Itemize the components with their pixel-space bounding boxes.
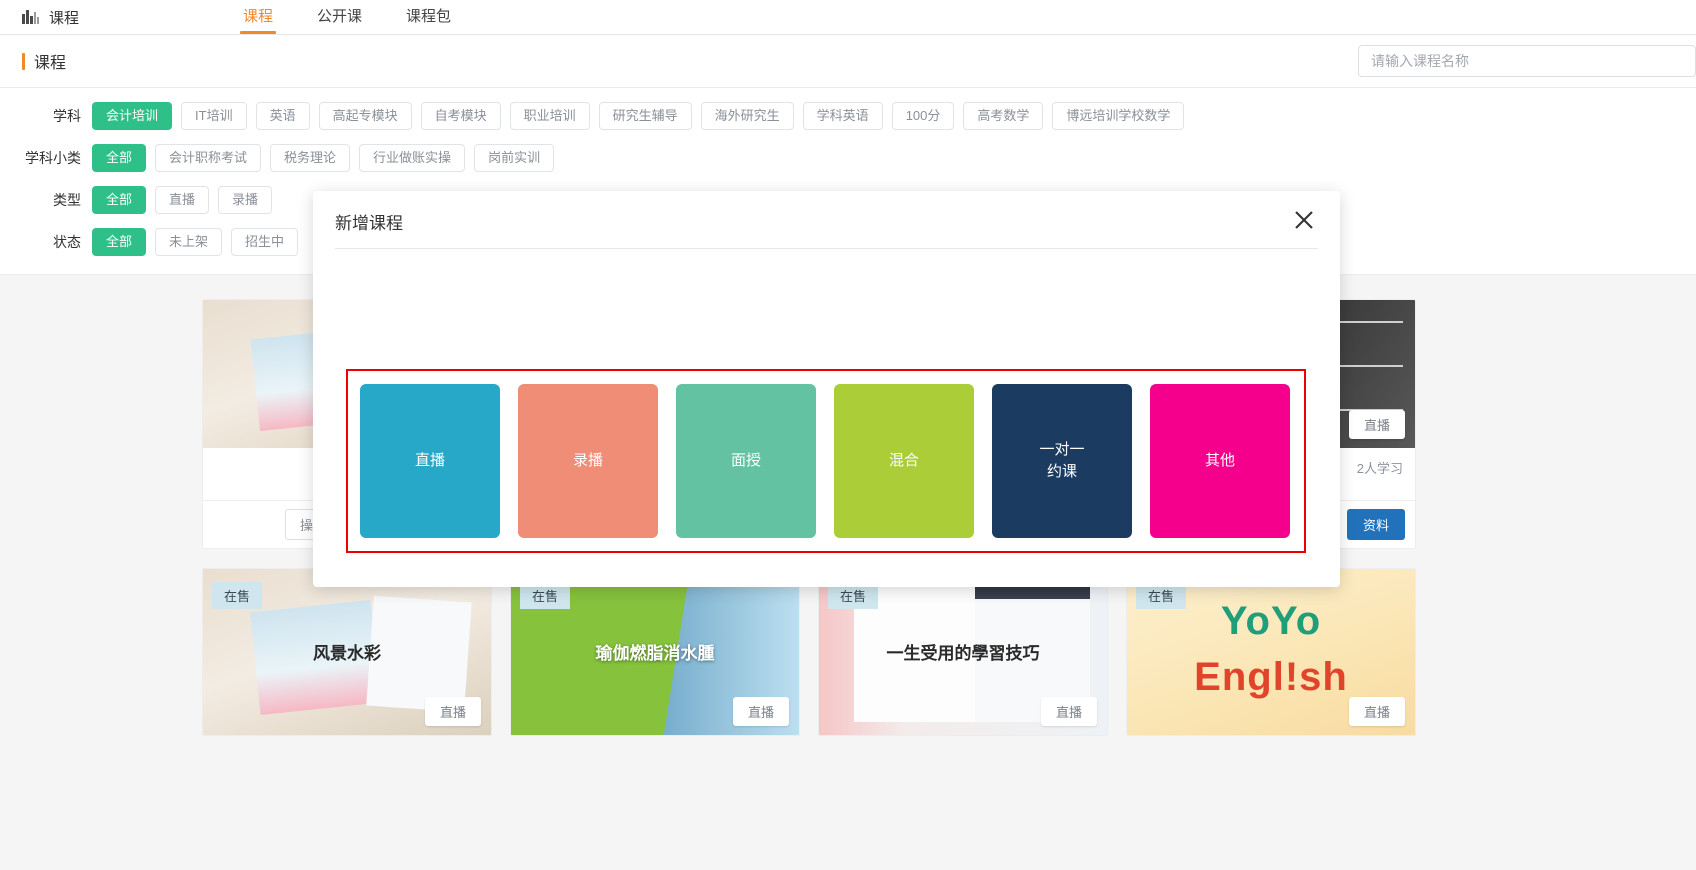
chip-type-1[interactable]: 直播: [155, 186, 210, 214]
course-card[interactable]: YoYo Engl!sh 在售 直播: [1126, 568, 1416, 736]
course-type-recorded[interactable]: 录播: [518, 384, 658, 538]
sale-status-badge: 在售: [212, 582, 263, 609]
course-type-other-label: 其他: [1204, 452, 1235, 470]
modal-body: 直播 录播 面授 混合 一对一 约课 其他: [313, 249, 1340, 587]
chip-subcategory-0[interactable]: 全部: [92, 144, 147, 172]
card-thumbnail: YoYo Engl!sh 在售 直播: [1127, 569, 1415, 735]
chip-subject-7[interactable]: 海外研究生: [700, 102, 794, 130]
card-thumbnail: 风景水彩 在售 直播: [203, 569, 491, 735]
chip-subject-0[interactable]: 会计培训: [92, 102, 173, 130]
filter-label-subcategory: 学科小类: [25, 150, 81, 166]
filter-label-status: 状态: [53, 234, 81, 250]
page-title-text: 课程: [34, 55, 67, 72]
course-type-badge: 直播: [424, 697, 481, 726]
course-type-live-label: 直播: [414, 452, 445, 470]
course-type-badge: 直播: [1348, 697, 1405, 726]
nav-tab-public-courses[interactable]: 公开课: [295, 0, 384, 34]
course-type-inperson[interactable]: 面授: [676, 384, 816, 538]
chip-subcategory-2[interactable]: 税务理论: [270, 144, 351, 172]
course-type-inperson-label: 面授: [730, 452, 761, 470]
chip-subject-8[interactable]: 学科英语: [802, 102, 883, 130]
filter-chips-subcategory: 全部 会计职称考试 税务理论 行业做账实操 岗前实训: [92, 144, 555, 172]
course-type-other[interactable]: 其他: [1150, 384, 1290, 538]
thumbnail-title: 风景水彩: [313, 643, 381, 663]
course-card[interactable]: 风景水彩 在售 直播: [202, 568, 492, 736]
filter-chips-type: 全部 直播 录播: [92, 186, 273, 214]
nav-tab-courses[interactable]: 课程: [221, 0, 295, 34]
modal-header: 新增课程: [313, 191, 1340, 248]
chip-subject-1[interactable]: IT培训: [181, 102, 247, 130]
search-box[interactable]: [1358, 45, 1696, 77]
brand: 课程: [22, 7, 79, 28]
chip-type-2[interactable]: 录播: [218, 186, 273, 214]
top-navigation-bar: 课程 课程 公开课 课程包: [0, 0, 1696, 35]
title-accent-bar: [22, 52, 25, 70]
search-input[interactable]: [1359, 46, 1695, 76]
filter-chips-subject: 会计培训 IT培训 英语 高起专模块 自考模块 职业培训 研究生辅导 海外研究生…: [92, 102, 1185, 130]
filter-label-subject: 学科: [53, 108, 81, 124]
course-type-live[interactable]: 直播: [360, 384, 500, 538]
card-thumbnail: 瑜伽燃脂消水腫 在售 直播: [511, 569, 799, 735]
course-type-selector: 直播 录播 面授 混合 一对一 约课 其他: [346, 369, 1306, 553]
course-type-blended[interactable]: 混合: [834, 384, 974, 538]
chip-subject-2[interactable]: 英语: [255, 102, 310, 130]
close-icon[interactable]: [1291, 207, 1317, 233]
chip-subject-4[interactable]: 自考模块: [420, 102, 501, 130]
brand-label: 课程: [49, 9, 80, 27]
filter-row-subcategory: 学科小类 全部 会计职称考试 税务理论 行业做账实操 岗前实训: [0, 144, 1696, 172]
course-card[interactable]: 瑜伽燃脂消水腫 在售 直播: [510, 568, 800, 736]
course-type-one-on-one-label: 一对一 约课: [1039, 441, 1085, 480]
card-thumbnail: 一生受用的學習技巧 在售 直播: [819, 569, 1107, 735]
course-type-badge: 直播: [732, 697, 789, 726]
bar-chart-icon: [22, 8, 40, 27]
filter-chips-status: 全部 未上架 招生中: [92, 228, 299, 256]
course-type-grid: 直播 录播 面授 混合 一对一 约课 其他: [360, 384, 1292, 538]
chip-subcategory-1[interactable]: 会计职称考试: [155, 144, 262, 172]
course-type-recorded-label: 录播: [572, 452, 603, 470]
chip-subject-3[interactable]: 高起专模块: [318, 102, 412, 130]
materials-button[interactable]: 资料: [1346, 509, 1405, 540]
chip-status-0[interactable]: 全部: [92, 228, 147, 256]
chip-subject-10[interactable]: 高考数学: [963, 102, 1044, 130]
nav-tabs: 课程 公开课 课程包: [221, 0, 473, 34]
course-type-one-on-one[interactable]: 一对一 约课: [992, 384, 1132, 538]
add-course-modal: 新增课程 直播 录播 面授 混合 一对一 约课 其他: [313, 191, 1340, 587]
chip-subject-11[interactable]: 博远培训学校数学: [1052, 102, 1185, 130]
chip-status-1[interactable]: 未上架: [155, 228, 223, 256]
chip-subcategory-4[interactable]: 岗前实训: [474, 144, 555, 172]
thumbnail-title-line2: Engl!sh: [1194, 655, 1348, 700]
page-title: 课程: [22, 49, 66, 73]
chip-status-2[interactable]: 招生中: [231, 228, 299, 256]
course-card-row-2: 风景水彩 在售 直播 瑜伽燃脂消水腫 在售 直播 一生受用的學習技巧 在售 直播: [0, 568, 1696, 736]
course-type-badge: 直播: [1040, 697, 1097, 726]
modal-title: 新增课程: [335, 214, 403, 233]
filter-label-type: 类型: [53, 192, 81, 208]
nav-tab-course-packages[interactable]: 课程包: [384, 0, 473, 34]
course-type-blended-label: 混合: [888, 452, 919, 470]
chip-subject-6[interactable]: 研究生辅导: [598, 102, 692, 130]
chip-subject-9[interactable]: 100分: [891, 102, 955, 130]
course-card[interactable]: 一生受用的學習技巧 在售 直播: [818, 568, 1108, 736]
page-title-row: 课程: [0, 35, 1696, 88]
chip-type-0[interactable]: 全部: [92, 186, 147, 214]
chip-subject-5[interactable]: 职业培训: [509, 102, 590, 130]
thumbnail-title: 一生受用的學習技巧: [886, 643, 1040, 663]
filter-row-subject: 学科 会计培训 IT培训 英语 高起专模块 自考模块 职业培训 研究生辅导 海外…: [0, 102, 1696, 130]
thumbnail-title: 瑜伽燃脂消水腫: [595, 643, 715, 663]
chip-subcategory-3[interactable]: 行业做账实操: [359, 144, 466, 172]
course-type-badge: 直播: [1348, 410, 1405, 439]
